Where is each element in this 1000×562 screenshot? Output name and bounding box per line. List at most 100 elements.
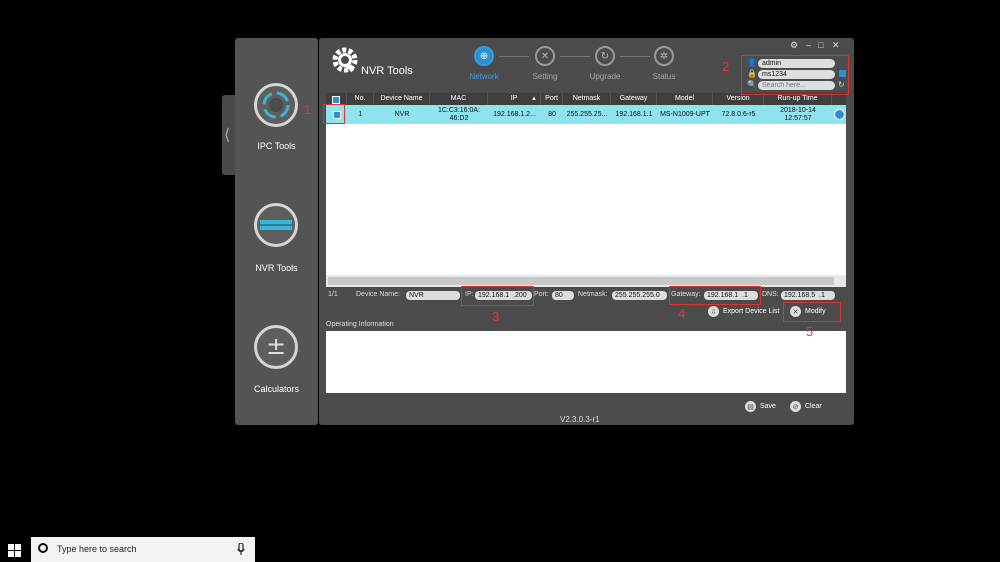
scrollbar-thumb[interactable] [328,277,834,285]
username-field[interactable] [758,59,835,68]
col-port[interactable]: Port [541,93,563,105]
lock-icon: 🔒 [747,69,757,78]
cell-netmask: 255.255.25... [566,110,608,118]
cell-gateway: 192.168.1.1 [615,110,653,118]
user-icon: 👤 [747,58,757,67]
netmask-field[interactable] [612,291,667,300]
export-icon: ⇩ [708,306,719,317]
device-name-field[interactable] [406,291,460,300]
ipc-tools-button[interactable]: IPC Tools [235,78,318,178]
close-button[interactable]: ✕ [832,40,840,51]
tab-network-label: Network [469,72,499,81]
settings-gear-icon[interactable]: ⚙ [790,40,798,51]
sidebar-collapse-handle[interactable]: ⟨ [222,95,235,175]
windows-start-icon[interactable] [8,544,22,558]
taskbar-search-box[interactable]: Type here to search [31,537,255,562]
wrench-icon: ✕ [790,306,801,317]
save-label: Save [760,403,776,410]
ip-label: IP: [465,291,474,298]
clear-icon: ⊘ [790,401,801,412]
nvr-tools-button[interactable]: NVR Tools [235,200,318,300]
microphone-icon[interactable] [237,543,245,556]
port-field[interactable] [552,291,574,300]
tab-upgrade[interactable]: ↻ Upgrade [575,46,635,81]
clear-button[interactable]: ⊘ Clear [790,401,822,412]
col-gateway[interactable]: Gateway [611,93,657,105]
tab-status-label: Status [652,72,676,81]
version-label: V2.3.0.3-r1 [560,415,600,424]
col-device-name[interactable]: Device Name [374,93,430,105]
export-label: Export Device List [723,308,780,315]
operating-info-label: Operating Information [326,321,394,328]
tools-sidebar: IPC Tools NVR Tools ± Calculators [235,38,318,425]
tab-setting-label: Setting [532,72,558,81]
col-mac[interactable]: MAC [430,93,488,105]
search-input[interactable] [758,81,835,90]
annotation-4: 4 [678,306,686,321]
select-all-checkbox[interactable] [326,93,347,105]
plus-minus-icon: ± [254,325,298,369]
col-runup-time[interactable]: Run-up Time [764,93,832,105]
annotation-5: 5 [806,324,814,339]
col-ip[interactable]: IP ▲ [488,93,541,105]
cell-runup-line2: 12:57:57 [784,114,812,122]
col-netmask[interactable]: Netmask [563,93,611,105]
ipc-tools-label: IPC Tools [257,141,296,151]
cortana-icon [38,543,48,553]
password-field[interactable] [758,70,835,79]
col-no[interactable]: No. [347,93,374,105]
gateway-field[interactable] [704,291,758,300]
login-button[interactable] [839,70,846,77]
web-browser-icon[interactable] [832,105,846,124]
refresh-icon[interactable]: ↻ [838,80,845,89]
row-checkbox[interactable] [326,105,347,124]
maximize-button[interactable]: □ [818,40,823,50]
sort-asc-icon: ▲ [531,96,537,102]
cell-runup-line1: 2018-10-14 [780,106,816,114]
tab-network[interactable]: ⊕ Network [454,46,514,81]
taskbar-search-placeholder: Type here to search [57,544,137,554]
table-row[interactable]: 1 NVR 1C:C3:16:0A: 46:D2 192.168.1.2... … [326,105,846,124]
operating-info-log[interactable] [326,331,846,393]
nvr-tools-label: NVR Tools [255,263,298,273]
modify-button[interactable]: ✕ Modify [790,306,826,317]
device-name-label: Device Name: [356,291,400,298]
tab-setting[interactable]: ✕ Setting [515,46,575,81]
horizontal-scrollbar[interactable] [326,275,846,287]
cell-model: MS-N1009-UPT [660,110,710,118]
ipc-camera-icon [254,83,298,127]
table-header: No. Device Name MAC IP ▲ Port Netmask Ga… [326,93,846,105]
tools-icon: ✕ [535,46,555,66]
dns-label: DNS: [762,291,779,298]
cell-version: 72.8.0.6-r5 [721,110,756,118]
app-title: NVR Tools [361,65,413,77]
cell-device-name: NVR [394,110,410,118]
nvr-device-icon [254,203,298,247]
gear-logo-icon [332,47,358,73]
cell-mac: 1C:C3:16:0A: 46:D2 [430,105,488,124]
minimize-button[interactable]: – [806,40,811,50]
tab-upgrade-label: Upgrade [589,72,621,81]
cell-port: 80 [548,110,556,118]
cell-no: 1 [358,110,363,118]
col-ip-label: IP [510,95,518,102]
ip-field[interactable] [475,291,532,300]
annotation-1: 1 [304,102,312,117]
search-icon: 🔍 [747,80,757,89]
port-label: Port: [534,291,549,298]
netmask-label: Netmask: [578,291,608,298]
export-device-list-button[interactable]: ⇩ Export Device List [708,306,779,317]
status-icon: ✲ [654,46,674,66]
annotation-3: 3 [492,309,500,324]
dns-field[interactable] [781,291,835,300]
cell-runup-time: 2018-10-14 12:57:57 [764,105,832,124]
calculators-button[interactable]: ± Calculators [235,322,318,422]
device-table: No. Device Name MAC IP ▲ Port Netmask Ga… [326,93,846,287]
col-model[interactable]: Model [657,93,713,105]
pager: 1/1 [328,291,338,298]
save-button[interactable]: ▤ Save [745,401,776,412]
globe-icon: ⊕ [474,46,494,66]
chevron-left-icon: ⟨ [224,125,231,144]
tab-status[interactable]: ✲ Status [634,46,694,81]
col-version[interactable]: Version [713,93,764,105]
